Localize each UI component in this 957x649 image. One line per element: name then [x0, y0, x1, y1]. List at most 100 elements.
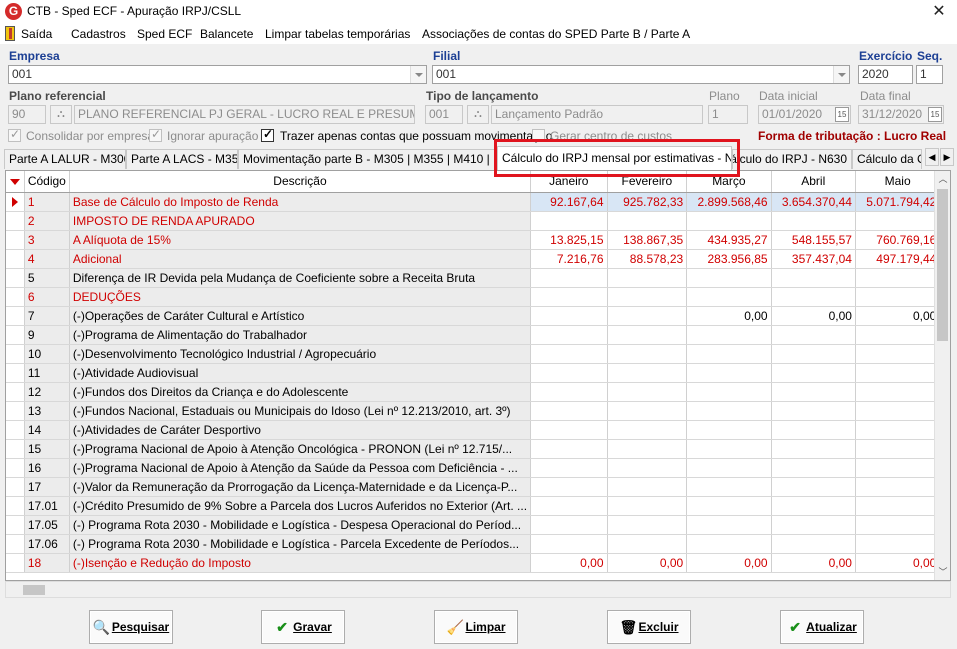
- cell-marco[interactable]: 0,00: [686, 306, 772, 326]
- cell-marco[interactable]: [686, 401, 772, 421]
- cell-abril[interactable]: [771, 515, 856, 535]
- cell-abril[interactable]: [771, 534, 856, 554]
- cell-janeiro[interactable]: [530, 268, 608, 288]
- table-row[interactable]: 17 (-)Valor da Remuneração da Prorrogação…: [6, 477, 950, 497]
- cell-janeiro[interactable]: 92.167,64: [530, 192, 608, 212]
- cell-abril[interactable]: [771, 382, 856, 402]
- cell-codigo[interactable]: 17.05: [24, 515, 70, 535]
- table-row[interactable]: 12 (-)Fundos dos Direitos da Criança e do…: [6, 382, 950, 402]
- cell-fevereiro[interactable]: 88.578,23: [607, 249, 688, 269]
- table-row[interactable]: 7 (-)Operações de Caráter Cultural e Artí…: [6, 306, 950, 326]
- cell-codigo[interactable]: 15: [24, 439, 70, 459]
- cell-codigo[interactable]: 14: [24, 420, 70, 440]
- cell-maio[interactable]: [855, 363, 941, 383]
- cell-marco[interactable]: 2.899.568,46: [686, 192, 772, 212]
- filial-select[interactable]: 001: [432, 65, 850, 84]
- cell-descricao[interactable]: (-)Operações de Caráter Cultural e Artís…: [69, 306, 532, 326]
- cell-marco[interactable]: [686, 382, 772, 402]
- cell-maio[interactable]: 0,00: [855, 306, 941, 326]
- cell-fevereiro[interactable]: [607, 477, 688, 497]
- cell-descricao[interactable]: A Alíquota de 15%: [69, 230, 532, 250]
- table-row[interactable]: 18 (-)Isenção e Redução do Imposto 0,00 0,0…: [6, 553, 950, 573]
- cell-fevereiro[interactable]: [607, 287, 688, 307]
- cell-maio[interactable]: [855, 420, 941, 440]
- cell-abril[interactable]: 357.437,04: [771, 249, 856, 269]
- table-row[interactable]: 3A Alíquota de 15% 13.825,15 138.867,35 434…: [6, 230, 950, 250]
- cell-janeiro[interactable]: 7.216,76: [530, 249, 608, 269]
- cell-descricao[interactable]: (-)Atividade Audiovisual: [69, 363, 532, 383]
- table-row[interactable]: 17.06 (-) Programa Rota 2030 - Mobilidade…: [6, 534, 950, 554]
- cell-fevereiro[interactable]: [607, 344, 688, 364]
- cell-fevereiro[interactable]: [607, 382, 688, 402]
- cell-codigo[interactable]: 9: [24, 325, 70, 345]
- cell-marco[interactable]: [686, 325, 772, 345]
- hscroll-thumb[interactable]: [23, 585, 45, 595]
- cell-fevereiro[interactable]: [607, 211, 688, 231]
- cell-fevereiro[interactable]: 0,00: [607, 553, 688, 573]
- cell-janeiro[interactable]: [530, 325, 608, 345]
- menu-sped-ecf[interactable]: Sped ECF: [137, 27, 192, 41]
- header-maio[interactable]: Maio: [855, 171, 941, 193]
- cell-fevereiro[interactable]: [607, 325, 688, 345]
- cell-maio[interactable]: 0,00: [855, 553, 941, 573]
- cell-codigo[interactable]: 11: [24, 363, 70, 383]
- cell-janeiro[interactable]: [530, 496, 608, 516]
- atualizar-button[interactable]: ✔ Atualizar: [780, 610, 864, 644]
- cell-maio[interactable]: [855, 439, 941, 459]
- limpar-button[interactable]: 🧹 Limpar: [434, 610, 518, 644]
- cell-janeiro[interactable]: [530, 534, 608, 554]
- cell-janeiro[interactable]: [530, 287, 608, 307]
- cell-codigo[interactable]: 18: [24, 553, 70, 573]
- chevron-down-icon[interactable]: [833, 66, 849, 83]
- cell-maio[interactable]: [855, 211, 941, 231]
- cell-descricao[interactable]: (-) Programa Rota 2030 - Mobilidade e Lo…: [69, 515, 532, 535]
- cell-descricao[interactable]: (-)Fundos dos Direitos da Criança e do A…: [69, 382, 532, 402]
- cell-maio[interactable]: [855, 268, 941, 288]
- seq-input[interactable]: 1: [916, 65, 943, 84]
- cell-marco[interactable]: [686, 268, 772, 288]
- header-descricao[interactable]: Descrição: [69, 171, 532, 193]
- table-row[interactable]: 13 (-)Fundos Nacional, Estaduais ou Munic…: [6, 401, 950, 421]
- cell-maio[interactable]: [855, 458, 941, 478]
- cell-abril[interactable]: [771, 268, 856, 288]
- chevron-down-icon[interactable]: [410, 66, 426, 83]
- cell-descricao[interactable]: (-)Programa Nacional de Apoio à Atenção …: [69, 439, 532, 459]
- cell-descricao[interactable]: (-)Programa Nacional de Apoio à Atenção …: [69, 458, 532, 478]
- cell-maio[interactable]: [855, 325, 941, 345]
- cell-janeiro[interactable]: [530, 401, 608, 421]
- cell-abril[interactable]: [771, 287, 856, 307]
- menu-saida[interactable]: Saída: [21, 27, 52, 41]
- table-row[interactable]: 5 Diferença de IR Devida pela Mudança de …: [6, 268, 950, 288]
- cell-codigo[interactable]: 6: [24, 287, 70, 307]
- table-row[interactable]: 15 (-)Programa Nacional de Apoio à Atençã…: [6, 439, 950, 459]
- table-row[interactable]: 1 Base de Cálculo do Imposto de Renda 92.1…: [6, 192, 950, 212]
- cell-marco[interactable]: [686, 211, 772, 231]
- cell-descricao[interactable]: Base de Cálculo do Imposto de Renda: [69, 192, 532, 212]
- cell-maio[interactable]: [855, 477, 941, 497]
- cell-janeiro[interactable]: [530, 306, 608, 326]
- cell-marco[interactable]: [686, 534, 772, 554]
- cell-abril[interactable]: [771, 477, 856, 497]
- table-row[interactable]: 14 (-)Atividades de Caráter Desportivo: [6, 420, 950, 440]
- cell-descricao[interactable]: (-)Crédito Presumido de 9% Sobre a Parce…: [69, 496, 532, 516]
- cell-janeiro[interactable]: [530, 363, 608, 383]
- cell-marco[interactable]: [686, 439, 772, 459]
- cell-marco[interactable]: 283.956,85: [686, 249, 772, 269]
- cell-codigo[interactable]: 7: [24, 306, 70, 326]
- close-icon[interactable]: ✕: [921, 0, 957, 24]
- table-row[interactable]: 9 (-)Programa de Alimentação do Trabalhad…: [6, 325, 950, 345]
- cell-maio[interactable]: [855, 496, 941, 516]
- cell-abril[interactable]: [771, 211, 856, 231]
- cell-fevereiro[interactable]: [607, 363, 688, 383]
- cell-codigo[interactable]: 2: [24, 211, 70, 231]
- pesquisar-button[interactable]: 🔍 Pesquisar: [89, 610, 173, 644]
- cell-fevereiro[interactable]: [607, 439, 688, 459]
- cell-janeiro[interactable]: [530, 344, 608, 364]
- cell-janeiro[interactable]: [530, 382, 608, 402]
- cell-abril[interactable]: [771, 496, 856, 516]
- cell-maio[interactable]: 497.179,44: [855, 249, 941, 269]
- menu-associacoes[interactable]: Associações de contas do SPED Parte B / …: [422, 27, 690, 41]
- cell-codigo[interactable]: 17.06: [24, 534, 70, 554]
- cell-descricao[interactable]: (-)Isenção e Redução do Imposto: [69, 553, 532, 573]
- empresa-select[interactable]: 001: [8, 65, 427, 84]
